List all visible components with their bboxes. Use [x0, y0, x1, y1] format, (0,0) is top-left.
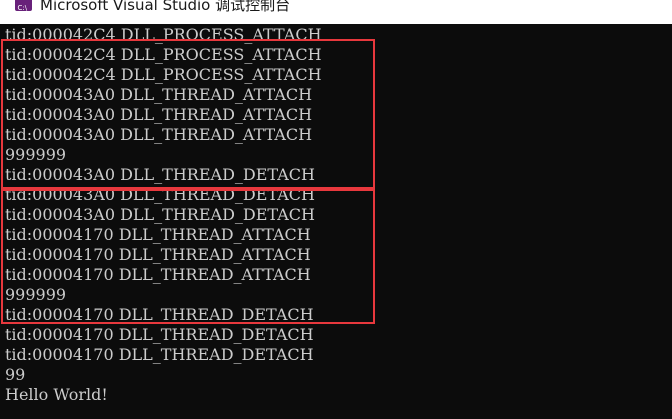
console-line: 99	[5, 365, 26, 384]
console-line: tid:000042C4 DLL_PROCESS_ATTACH	[5, 45, 322, 64]
svg-text:C:\: C:\	[18, 4, 28, 11]
console-line: tid:000043A0 DLL_THREAD_ATTACH	[5, 85, 313, 104]
console-line: Hello World!	[5, 385, 108, 404]
console-line: tid:00004170 DLL_THREAD_ATTACH	[5, 245, 311, 264]
title-bar[interactable]: C:\ Microsoft Visual Studio 调试控制台	[0, 0, 672, 24]
console-line: 999999	[5, 285, 67, 304]
console-line: tid:000043A0 DLL_THREAD_ATTACH	[5, 105, 313, 124]
console-line: tid:00004170 DLL_THREAD_DETACH	[5, 345, 314, 364]
console-line: tid:000043A0 DLL_THREAD_DETACH	[5, 185, 315, 204]
console-line: tid:000042C4 DLL_PROCESS_ATTACH	[5, 25, 322, 44]
console-line: tid:000042C4 DLL_PROCESS_ATTACH	[5, 65, 322, 84]
console-line: tid:00004170 DLL_THREAD_ATTACH	[5, 265, 311, 284]
console-line: 999999	[5, 145, 67, 164]
console-line: tid:00004170 DLL_THREAD_DETACH	[5, 305, 314, 324]
console-output[interactable]: tid:000042C4 DLL_PROCESS_ATTACH tid:00004…	[0, 24, 672, 419]
console-lines: tid:000042C4 DLL_PROCESS_ATTACH tid:00004…	[5, 25, 322, 405]
window-title: Microsoft Visual Studio 调试控制台	[40, 0, 291, 14]
visual-studio-icon: C:\	[15, 0, 32, 11]
console-line: tid:000043A0 DLL_THREAD_DETACH	[5, 205, 315, 224]
console-line: tid:000043A0 DLL_THREAD_ATTACH	[5, 125, 313, 144]
console-line: tid:00004170 DLL_THREAD_DETACH	[5, 325, 314, 344]
console-line: tid:00004170 DLL_THREAD_ATTACH	[5, 225, 311, 244]
console-window: C:\ Microsoft Visual Studio 调试控制台 tid:00…	[0, 0, 672, 419]
console-line: tid:000043A0 DLL_THREAD_DETACH	[5, 165, 315, 184]
